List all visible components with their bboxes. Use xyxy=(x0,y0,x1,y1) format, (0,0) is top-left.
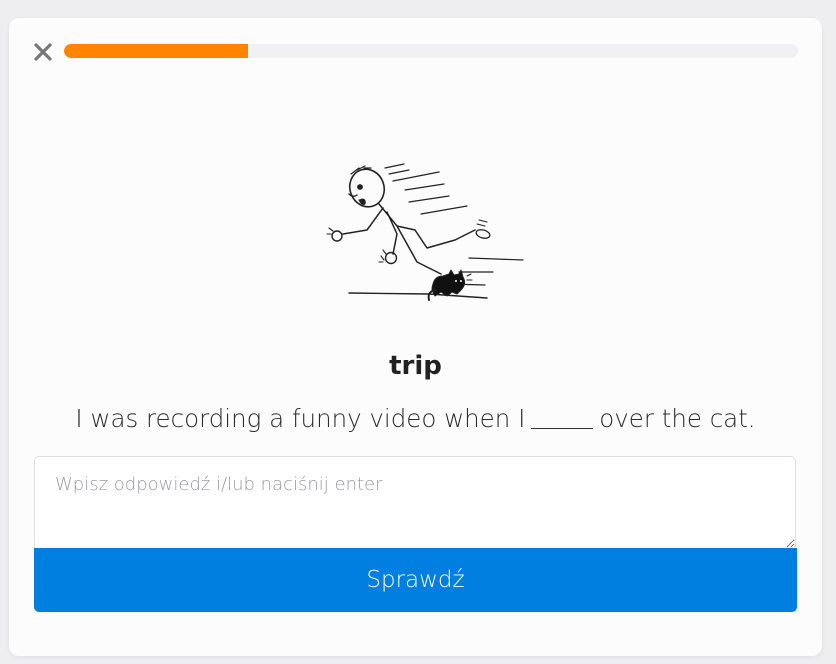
progress-bar xyxy=(64,44,798,58)
sentence-after: over the cat. xyxy=(599,404,756,433)
sentence-before: I was recording a funny video when I xyxy=(75,404,526,433)
progress-fill xyxy=(64,44,248,58)
answer-input[interactable] xyxy=(34,456,796,548)
close-button[interactable] xyxy=(33,42,53,62)
trip-illustration xyxy=(326,163,524,301)
example-sentence: I was recording a funny video when I over… xyxy=(9,404,822,433)
exercise-card: trip I was recording a funny video when … xyxy=(9,18,822,656)
target-word: trip xyxy=(389,351,442,381)
check-button[interactable]: Sprawdź xyxy=(34,548,797,612)
close-icon xyxy=(34,43,52,61)
sentence-blank xyxy=(531,427,594,429)
